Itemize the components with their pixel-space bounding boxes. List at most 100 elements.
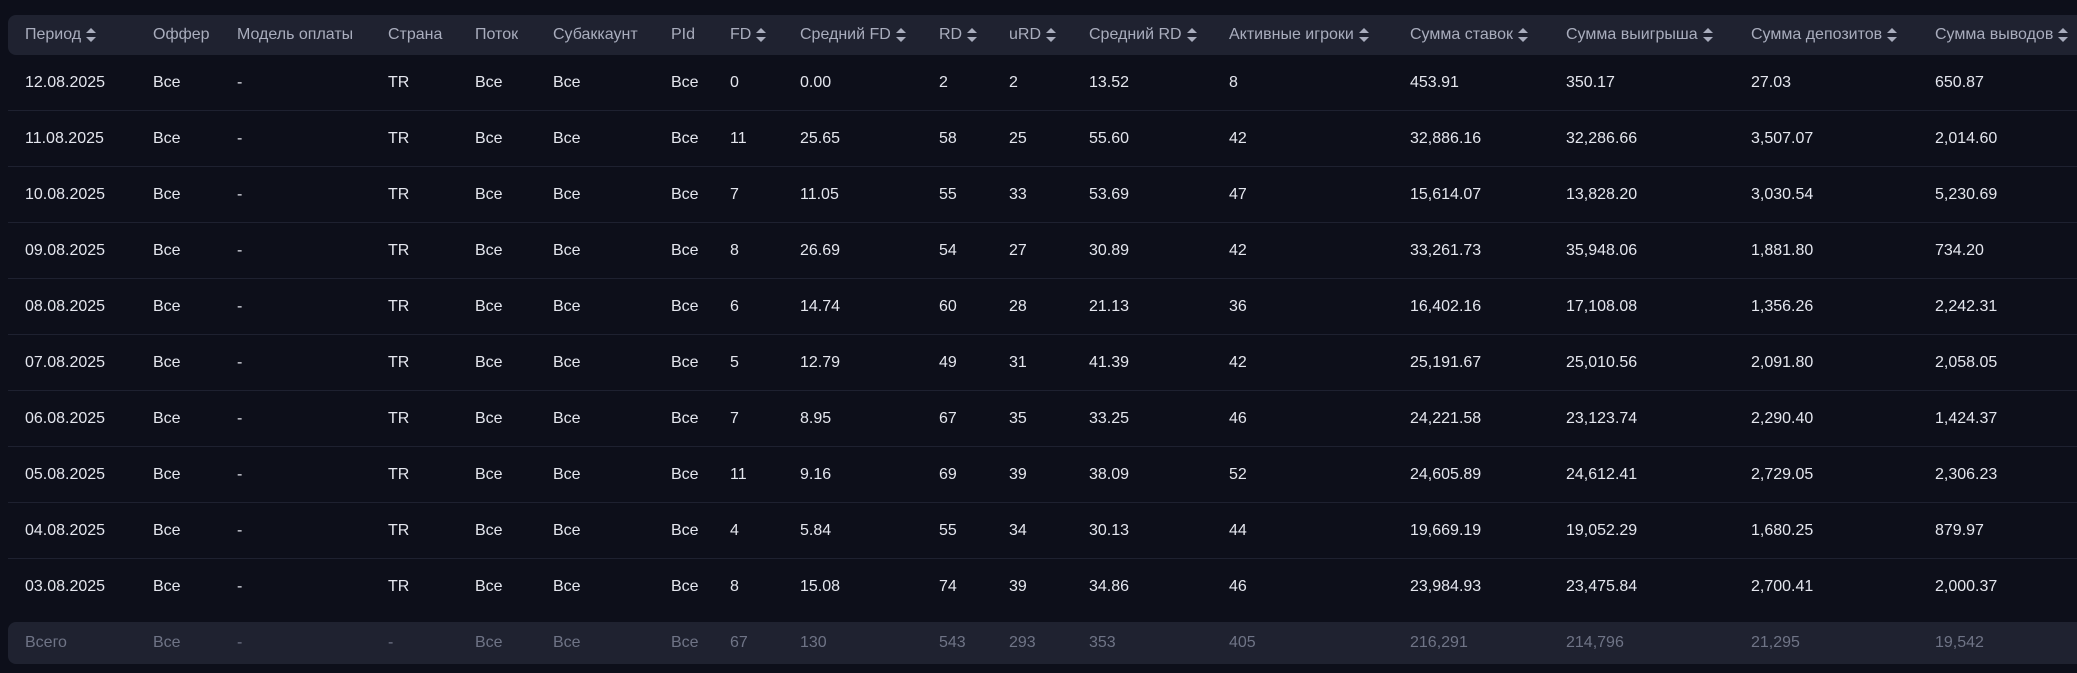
totals-cell: 405 [1212,622,1393,664]
table-cell: 42 [1212,335,1393,391]
table-cell: Все [458,503,536,559]
table-cell: Все [136,447,220,503]
table-cell: Все [536,223,654,279]
table-row[interactable]: 03.08.2025 Все - TR Все Все Все 8 15.08 74 39 34.86… [8,559,2077,614]
table-cell: 23,123.74 [1549,391,1734,447]
table-cell: Все [458,55,536,111]
table-cell: 25.65 [783,111,922,167]
table-cell: 3,030.54 [1734,167,1918,223]
totals-cell: 353 [1072,622,1212,664]
table-row[interactable]: 06.08.2025 Все - TR Все Все Все 7 8.95 67 35 33.25 4… [8,391,2077,447]
totals-cell: Все [654,622,713,664]
table-cell: TR [371,335,458,391]
table-cell: Все [654,503,713,559]
table-cell: Все [458,279,536,335]
table-cell: 35 [992,391,1072,447]
column-header-13[interactable]: Сумма ставок [1393,15,1549,55]
sort-icon[interactable] [1358,27,1369,42]
column-header-label: Поток [475,25,519,43]
table-row[interactable]: 11.08.2025 Все - TR Все Все Все 11 25.65 58 25 55.6… [8,111,2077,167]
table-cell: 41.39 [1072,335,1212,391]
table-row[interactable]: 04.08.2025 Все - TR Все Все Все 4 5.84 55 34 30.13 4… [8,503,2077,559]
table-cell: 33.25 [1072,391,1212,447]
table-cell: Все [654,223,713,279]
table-cell: Все [553,577,581,595]
table-cell: Все [671,577,699,595]
table-row[interactable]: 09.08.2025 Все - TR Все Все Все 8 26.69 54 27 30.89… [8,223,2077,279]
sort-icon[interactable] [895,27,906,42]
table-cell: - [220,279,371,335]
table-cell: Все [536,391,654,447]
sort-icon[interactable] [756,27,767,42]
table-cell: 1,881.80 [1734,223,1918,279]
table-cell: 25 [992,111,1072,167]
table-cell: 0 [713,55,783,111]
table-cell: 39 [992,447,1072,503]
stats-table: Период Оффер Модель оплаты Страна Поток Субак… [8,15,2077,664]
sort-icon[interactable] [1887,27,1898,42]
sort-icon[interactable] [86,27,97,42]
table-cell: 38.09 [1072,447,1212,503]
table-cell: Все [153,577,181,595]
table-cell: 12.79 [783,335,922,391]
column-header-label: uRD [1009,25,1042,43]
table-cell: 11 [713,447,783,503]
column-header-10[interactable]: uRD [992,15,1072,55]
column-header-8[interactable]: Средний FD [783,15,922,55]
table-cell: 42 [1212,111,1393,167]
table-cell: Все [136,111,220,167]
totals-cell: 216,291 [1393,622,1549,664]
column-header-label: Субаккаунт [553,25,638,43]
table-cell: 12.08.2025 [8,55,136,111]
column-header-15[interactable]: Сумма депозитов [1734,15,1918,55]
table-cell: 42 [1212,223,1393,279]
sort-icon[interactable] [1517,27,1528,42]
column-header-0[interactable]: Период [8,15,136,55]
table-cell: 23,984.93 [1410,577,1482,595]
column-header-16[interactable]: Сумма выводов [1918,15,2077,55]
column-header-12[interactable]: Активные игроки [1212,15,1393,55]
column-header-11[interactable]: Средний RD [1072,15,1212,55]
table-row[interactable]: 08.08.2025 Все - TR Все Все Все 6 14.74 60 28 21.13… [8,279,2077,335]
table-row[interactable]: 07.08.2025 Все - TR Все Все Все 5 12.79 49 31 41.39… [8,335,2077,391]
table-cell: Все [654,167,713,223]
column-header-9[interactable]: RD [922,15,992,55]
table-cell: 34.86 [1089,577,1130,595]
table-cell: 2,290.40 [1734,391,1918,447]
table-cell: TR [371,447,458,503]
column-header-6: PId [654,15,713,55]
table-cell: Все [536,335,654,391]
table-row[interactable]: 12.08.2025 Все - TR Все Все Все 0 0.00 2 2 13.52 8 45… [8,55,2077,111]
table-cell: 55.60 [1072,111,1212,167]
table-row[interactable]: 05.08.2025 Все - TR Все Все Все 11 9.16 69 39 38.09… [8,447,2077,503]
table-cell: 21.13 [1072,279,1212,335]
table-cell: 15,614.07 [1393,167,1549,223]
table-cell: 36 [1212,279,1393,335]
table-cell: 67 [922,391,992,447]
column-header-label: Средний RD [1089,25,1182,43]
table-cell: 2 [922,55,992,111]
sort-icon[interactable] [2058,27,2069,42]
sort-icon[interactable] [967,27,978,42]
column-header-5: Субаккаунт [536,15,654,55]
table-cell: Все [458,111,536,167]
table-cell: Все [654,55,713,111]
column-header-label: Страна [388,25,443,43]
table-row[interactable]: 10.08.2025 Все - TR Все Все Все 7 11.05 55 33 53.69… [8,167,2077,223]
totals-cell: 543 [922,622,992,664]
table-body: 12.08.2025 Все - TR Все Все Все 0 0.00 2 2 13.52 8 45… [8,55,2077,614]
column-header-label: PId [671,25,696,43]
table-cell: Все [458,167,536,223]
column-header-14[interactable]: Сумма выигрыша [1549,15,1734,55]
sort-icon[interactable] [1702,27,1713,42]
table-cell: Все [654,447,713,503]
table-cell: - [220,447,371,503]
column-header-7[interactable]: FD [713,15,783,55]
sort-icon[interactable] [1046,27,1057,42]
table-cell: 7 [713,167,783,223]
table-cell: 69 [922,447,992,503]
table-cell: Все [458,391,536,447]
sort-icon[interactable] [1186,27,1197,42]
table-cell: TR [371,167,458,223]
table-cell: Все [654,335,713,391]
